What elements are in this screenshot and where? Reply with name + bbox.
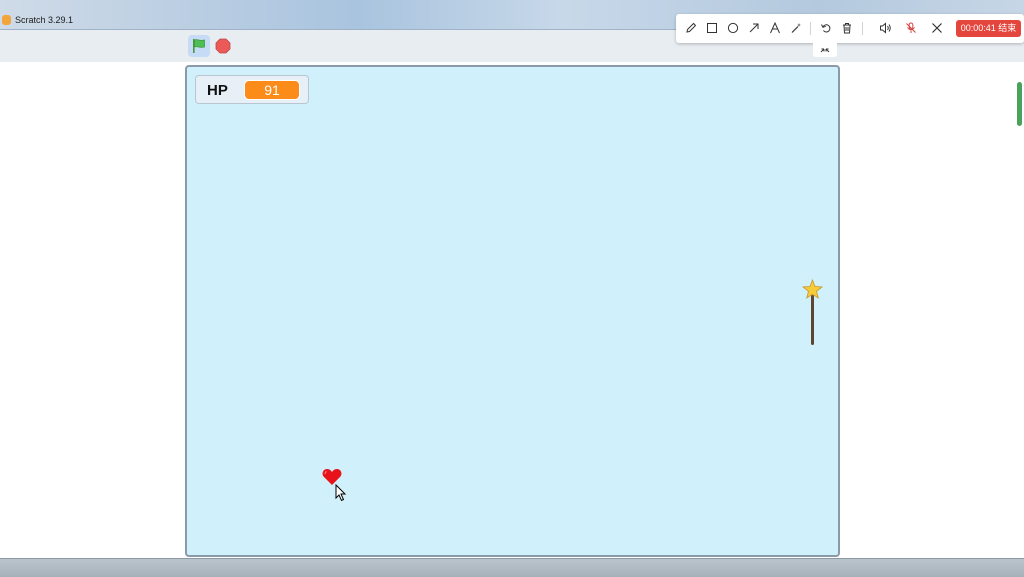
pencil-tool-button[interactable]: [682, 19, 700, 37]
circle-icon: [727, 22, 739, 34]
text-tool-button[interactable]: [766, 19, 784, 37]
mouse-pointer-icon: [335, 484, 347, 502]
speaker-button[interactable]: [876, 19, 894, 37]
magic-wand-icon: [791, 23, 801, 33]
trash-icon: [843, 23, 851, 34]
windows-taskbar: [0, 558, 1024, 577]
stop-button[interactable]: [215, 38, 231, 54]
delete-button[interactable]: [838, 19, 856, 37]
scratch-app-icon: [2, 15, 11, 25]
variable-monitor-hp: HP 91: [195, 75, 309, 104]
green-flag-button[interactable]: [188, 35, 210, 57]
arrow-icon: [749, 23, 759, 33]
toolbar-divider: [862, 22, 863, 35]
close-recorder-button[interactable]: [928, 19, 946, 37]
microphone-button[interactable]: [902, 19, 920, 37]
magic-wand-tool-button[interactable]: [787, 19, 805, 37]
window-title: Scratch 3.29.1: [15, 15, 74, 25]
stage[interactable]: HP 91: [185, 65, 840, 557]
rectangle-tool-button[interactable]: [703, 19, 721, 37]
stop-icon: [215, 38, 231, 54]
collapse-icon: [820, 48, 830, 53]
collapse-toolbar-button[interactable]: [813, 43, 837, 57]
undo-button[interactable]: [817, 19, 835, 37]
mic-muted-icon: [906, 22, 916, 33]
wand-sprite[interactable]: [801, 279, 823, 347]
variable-monitor-label: HP: [207, 82, 228, 99]
variable-monitor-value: 91: [244, 80, 300, 100]
close-icon: [932, 23, 942, 33]
scrollbar-thumb[interactable]: [1017, 82, 1022, 126]
green-flag-icon: [193, 39, 205, 53]
circle-tool-button[interactable]: [724, 19, 742, 37]
undo-icon: [821, 24, 831, 33]
arrow-tool-button[interactable]: [745, 19, 763, 37]
recording-timer[interactable]: 00:00:41 结束: [956, 20, 1021, 37]
toolbar-divider: [810, 22, 811, 35]
text-icon: [770, 22, 780, 34]
pencil-icon: [686, 22, 697, 33]
speaker-icon: [879, 22, 891, 34]
page-scrollbar[interactable]: [1015, 62, 1024, 558]
rectangle-icon: [707, 23, 717, 33]
